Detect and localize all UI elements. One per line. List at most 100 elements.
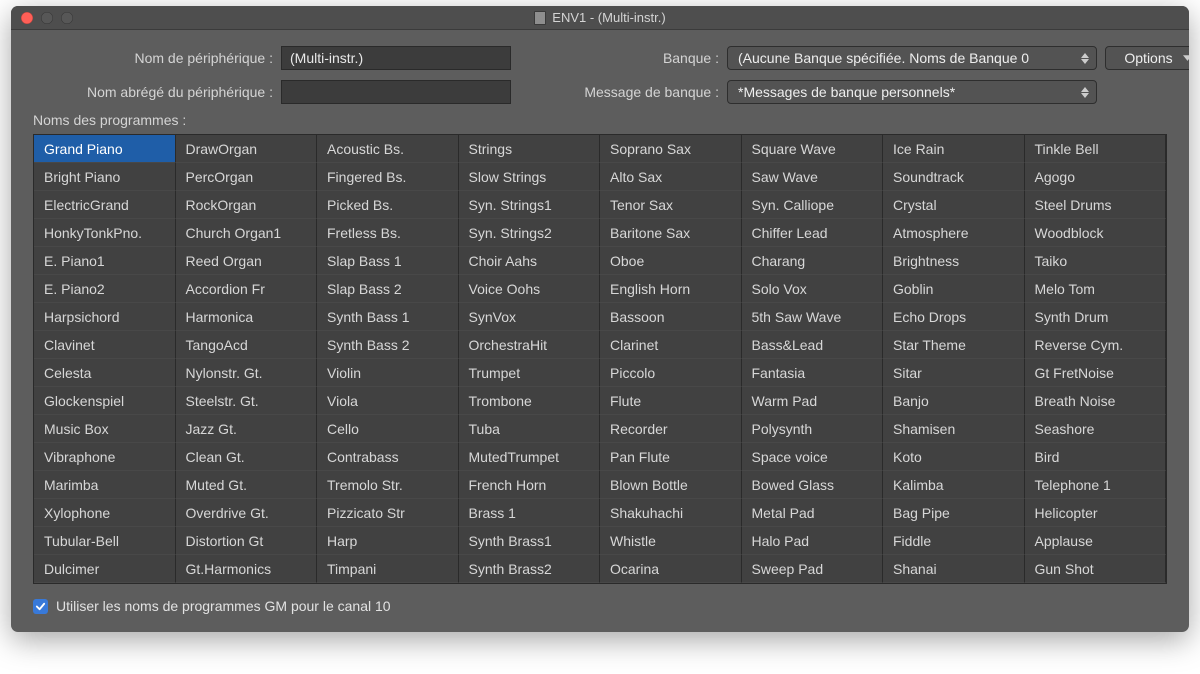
- program-cell[interactable]: Pizzicato Str: [317, 499, 459, 527]
- program-cell[interactable]: Ice Rain: [883, 135, 1025, 163]
- program-cell[interactable]: Vibraphone: [34, 443, 176, 471]
- program-cell[interactable]: Harmonica: [176, 303, 318, 331]
- program-cell[interactable]: Crystal: [883, 191, 1025, 219]
- program-cell[interactable]: Reed Organ: [176, 247, 318, 275]
- program-cell[interactable]: Baritone Sax: [600, 219, 742, 247]
- program-cell[interactable]: Voice Oohs: [459, 275, 601, 303]
- program-cell[interactable]: Tuba: [459, 415, 601, 443]
- program-cell[interactable]: Distortion Gt: [176, 527, 318, 555]
- bank-msg-select[interactable]: *Messages de banque personnels*: [727, 80, 1097, 104]
- program-cell[interactable]: Fiddle: [883, 527, 1025, 555]
- program-cell[interactable]: Soprano Sax: [600, 135, 742, 163]
- program-cell[interactable]: Fretless Bs.: [317, 219, 459, 247]
- program-cell[interactable]: Trumpet: [459, 359, 601, 387]
- program-cell[interactable]: Woodblock: [1025, 219, 1167, 247]
- program-cell[interactable]: Bass&Lead: [742, 331, 884, 359]
- program-cell[interactable]: Echo Drops: [883, 303, 1025, 331]
- program-cell[interactable]: Alto Sax: [600, 163, 742, 191]
- program-cell[interactable]: E. Piano2: [34, 275, 176, 303]
- program-cell[interactable]: ElectricGrand: [34, 191, 176, 219]
- program-cell[interactable]: French Horn: [459, 471, 601, 499]
- program-cell[interactable]: Helicopter: [1025, 499, 1167, 527]
- program-cell[interactable]: Contrabass: [317, 443, 459, 471]
- program-cell[interactable]: Strings: [459, 135, 601, 163]
- program-cell[interactable]: Oboe: [600, 247, 742, 275]
- program-cell[interactable]: Music Box: [34, 415, 176, 443]
- program-cell[interactable]: Halo Pad: [742, 527, 884, 555]
- program-cell[interactable]: Synth Brass2: [459, 555, 601, 583]
- program-cell[interactable]: SynVox: [459, 303, 601, 331]
- program-cell[interactable]: Trombone: [459, 387, 601, 415]
- program-cell[interactable]: Muted Gt.: [176, 471, 318, 499]
- program-cell[interactable]: Space voice: [742, 443, 884, 471]
- program-cell[interactable]: Timpani: [317, 555, 459, 583]
- program-cell[interactable]: Tubular-Bell: [34, 527, 176, 555]
- program-cell[interactable]: Square Wave: [742, 135, 884, 163]
- program-cell[interactable]: Choir Aahs: [459, 247, 601, 275]
- program-cell[interactable]: Atmosphere: [883, 219, 1025, 247]
- program-cell[interactable]: Harpsichord: [34, 303, 176, 331]
- program-cell[interactable]: DrawOrgan: [176, 135, 318, 163]
- program-cell[interactable]: Harp: [317, 527, 459, 555]
- program-cell[interactable]: Slap Bass 1: [317, 247, 459, 275]
- program-cell[interactable]: Bird: [1025, 443, 1167, 471]
- program-cell[interactable]: Sweep Pad: [742, 555, 884, 583]
- program-cell[interactable]: PercOrgan: [176, 163, 318, 191]
- program-cell[interactable]: Xylophone: [34, 499, 176, 527]
- program-cell[interactable]: Reverse Cym.: [1025, 331, 1167, 359]
- program-cell[interactable]: Koto: [883, 443, 1025, 471]
- program-cell[interactable]: Glockenspiel: [34, 387, 176, 415]
- program-cell[interactable]: English Horn: [600, 275, 742, 303]
- program-cell[interactable]: Brass 1: [459, 499, 601, 527]
- program-cell[interactable]: Taiko: [1025, 247, 1167, 275]
- program-cell[interactable]: Recorder: [600, 415, 742, 443]
- program-cell[interactable]: HonkyTonkPno.: [34, 219, 176, 247]
- program-cell[interactable]: Tinkle Bell: [1025, 135, 1167, 163]
- program-cell[interactable]: Seashore: [1025, 415, 1167, 443]
- program-cell[interactable]: Metal Pad: [742, 499, 884, 527]
- program-cell[interactable]: E. Piano1: [34, 247, 176, 275]
- program-cell[interactable]: Agogo: [1025, 163, 1167, 191]
- program-cell[interactable]: Synth Bass 1: [317, 303, 459, 331]
- program-cell[interactable]: Church Organ1: [176, 219, 318, 247]
- program-cell[interactable]: Synth Bass 2: [317, 331, 459, 359]
- program-cell[interactable]: Brightness: [883, 247, 1025, 275]
- program-cell[interactable]: Steel Drums: [1025, 191, 1167, 219]
- program-cell[interactable]: Star Theme: [883, 331, 1025, 359]
- program-cell[interactable]: Viola: [317, 387, 459, 415]
- program-cell[interactable]: Marimba: [34, 471, 176, 499]
- program-cell[interactable]: Clarinet: [600, 331, 742, 359]
- program-cell[interactable]: RockOrgan: [176, 191, 318, 219]
- device-name-field[interactable]: (Multi-instr.): [281, 46, 511, 70]
- program-cell[interactable]: Slow Strings: [459, 163, 601, 191]
- minimize-icon[interactable]: [41, 12, 53, 24]
- program-cell[interactable]: Kalimba: [883, 471, 1025, 499]
- program-cell[interactable]: Shanai: [883, 555, 1025, 583]
- program-cell[interactable]: Tremolo Str.: [317, 471, 459, 499]
- program-cell[interactable]: Ocarina: [600, 555, 742, 583]
- program-cell[interactable]: Charang: [742, 247, 884, 275]
- program-cell[interactable]: Applause: [1025, 527, 1167, 555]
- program-cell[interactable]: TangoAcd: [176, 331, 318, 359]
- program-cell[interactable]: Syn. Strings1: [459, 191, 601, 219]
- program-cell[interactable]: Banjo: [883, 387, 1025, 415]
- program-cell[interactable]: Synth Brass1: [459, 527, 601, 555]
- program-cell[interactable]: Breath Noise: [1025, 387, 1167, 415]
- program-cell[interactable]: Syn. Calliope: [742, 191, 884, 219]
- program-cell[interactable]: Fingered Bs.: [317, 163, 459, 191]
- program-cell[interactable]: Clavinet: [34, 331, 176, 359]
- program-cell[interactable]: Bright Piano: [34, 163, 176, 191]
- program-cell[interactable]: Solo Vox: [742, 275, 884, 303]
- program-cell[interactable]: Fantasia: [742, 359, 884, 387]
- program-cell[interactable]: Chiffer Lead: [742, 219, 884, 247]
- program-cell[interactable]: Picked Bs.: [317, 191, 459, 219]
- program-cell[interactable]: Melo Tom: [1025, 275, 1167, 303]
- program-cell[interactable]: Pan Flute: [600, 443, 742, 471]
- program-cell[interactable]: Violin: [317, 359, 459, 387]
- program-cell[interactable]: Acoustic Bs.: [317, 135, 459, 163]
- program-cell[interactable]: MutedTrumpet: [459, 443, 601, 471]
- program-cell[interactable]: Slap Bass 2: [317, 275, 459, 303]
- program-cell[interactable]: Nylonstr. Gt.: [176, 359, 318, 387]
- program-cell[interactable]: Bassoon: [600, 303, 742, 331]
- program-cell[interactable]: Tenor Sax: [600, 191, 742, 219]
